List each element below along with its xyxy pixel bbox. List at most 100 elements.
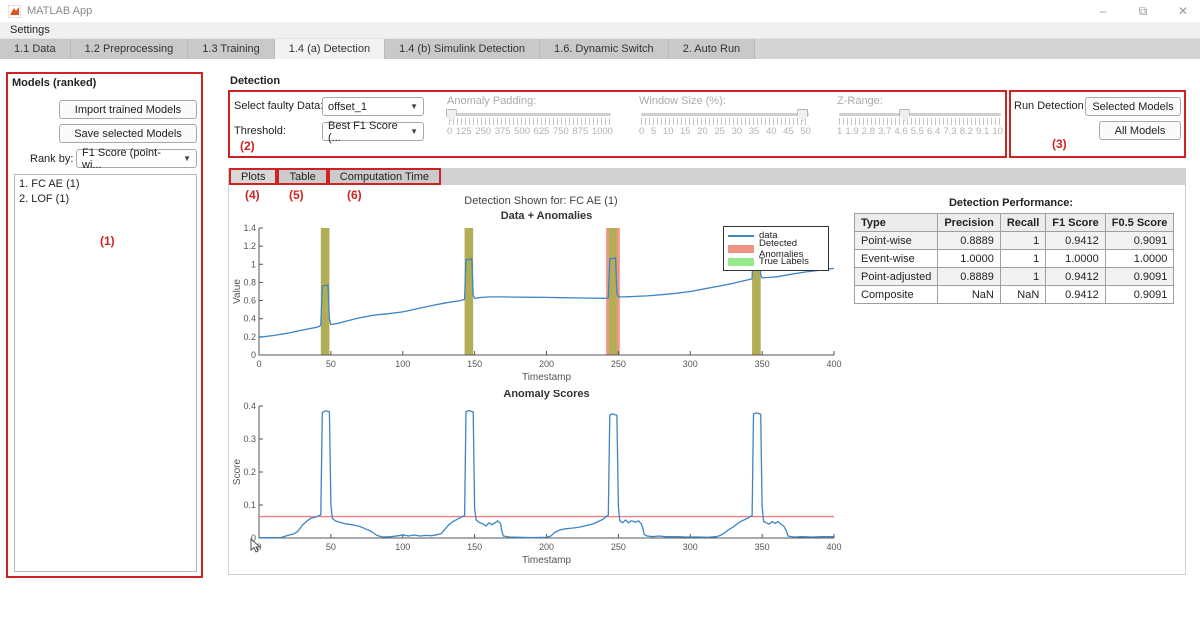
svg-text:0.4: 0.4 — [243, 401, 256, 411]
tab-2-auto-run[interactable]: 2. Auto Run — [669, 39, 756, 59]
plot-tab-plots[interactable]: Plots — [229, 168, 277, 185]
slider-tick-label: 35 — [749, 126, 760, 137]
slider-tick-label: 1000 — [592, 126, 613, 137]
slider-tick-label: 0 — [447, 126, 452, 137]
slider-window-size-: Window Size (%):05101520253035404550 — [639, 95, 811, 137]
svg-text:300: 300 — [683, 542, 698, 552]
anomaly-scores-chart: 00.10.20.30.4050100150200250300350400Ano… — [231, 390, 845, 570]
menu-bar: Settings — [0, 22, 1200, 39]
svg-text:Data + Anomalies: Data + Anomalies — [501, 210, 593, 222]
table-column-header: Recall — [1000, 214, 1045, 232]
table-cell: 0.9091 — [1105, 286, 1174, 304]
table-cell: 0.9412 — [1046, 268, 1105, 286]
slider-track[interactable] — [449, 113, 611, 116]
table-column-header: F0.5 Score — [1105, 214, 1174, 232]
table-cell: 0.9091 — [1105, 232, 1174, 250]
table-cell: 0.9091 — [1105, 268, 1174, 286]
annotation-1: (1) — [100, 234, 115, 248]
tab-1-6-dynamic-switch[interactable]: 1.6. Dynamic Switch — [540, 39, 669, 59]
slider-tick-label: 750 — [553, 126, 569, 137]
slider-tick-label: 375 — [495, 126, 511, 137]
tab-1-1-data[interactable]: 1.1 Data — [0, 39, 71, 59]
tab-1-4-a-detection[interactable]: 1.4 (a) Detection — [275, 39, 385, 59]
mouse-cursor — [250, 538, 262, 557]
svg-text:250: 250 — [611, 542, 626, 552]
svg-text:400: 400 — [826, 359, 841, 369]
slider-tick-label: 1 — [837, 126, 842, 137]
model-list-item[interactable]: 2. LOF (1) — [19, 192, 192, 207]
svg-text:0.8: 0.8 — [243, 277, 256, 287]
menu-settings[interactable]: Settings — [10, 24, 50, 36]
svg-text:0.6: 0.6 — [243, 296, 256, 306]
slider-tick-label: 1.9 — [845, 126, 858, 137]
table-cell: Event-wise — [855, 250, 938, 268]
svg-text:300: 300 — [683, 359, 698, 369]
slider-track[interactable] — [839, 113, 1001, 116]
restore-icon[interactable]: ⧉ — [1136, 4, 1150, 19]
slider-track[interactable] — [641, 113, 809, 116]
svg-text:350: 350 — [755, 542, 770, 552]
rank-by-value: F1 Score (point-wi... — [82, 147, 179, 171]
threshold-dropdown[interactable]: Best F1 Score (... ▼ — [322, 122, 424, 141]
plot-tab-table[interactable]: Table — [277, 168, 327, 185]
slider-tick-label: 250 — [475, 126, 491, 137]
svg-text:1.2: 1.2 — [243, 241, 256, 251]
table-cell: 1 — [1000, 268, 1045, 286]
table-cell: 0.9412 — [1046, 286, 1105, 304]
slider-ruler-ticks — [449, 118, 611, 125]
run-all-models-button[interactable]: All Models — [1099, 121, 1181, 140]
slider-tick-label: 25 — [714, 126, 725, 137]
slider-tick-label: 500 — [514, 126, 530, 137]
models-panel: Models (ranked) Import trained Models Sa… — [6, 72, 203, 578]
slider-tick-labels: 01252503755006257508751000 — [447, 126, 613, 137]
table-cell: Composite — [855, 286, 938, 304]
svg-text:1.4: 1.4 — [243, 223, 256, 233]
close-icon[interactable]: ✕ — [1176, 4, 1190, 18]
tab-1-4-b-simulink-detection[interactable]: 1.4 (b) Simulink Detection — [385, 39, 540, 59]
table-column-header: F1 Score — [1046, 214, 1105, 232]
slider-tick-label: 15 — [680, 126, 691, 137]
slider-tick-label: 10 — [663, 126, 674, 137]
tab-1-2-preprocessing[interactable]: 1.2 Preprocessing — [71, 39, 189, 59]
slider-tick-label: 0 — [639, 126, 644, 137]
chevron-down-icon: ▼ — [410, 102, 418, 111]
svg-text:150: 150 — [467, 359, 482, 369]
select-faulty-data-value: offset_1 — [328, 101, 367, 113]
import-trained-models-button[interactable]: Import trained Models — [59, 100, 197, 119]
model-list-item[interactable]: 1. FC AE (1) — [19, 177, 192, 192]
svg-text:150: 150 — [467, 542, 482, 552]
plot-tab-computation-time[interactable]: Computation Time — [328, 168, 441, 185]
svg-text:200: 200 — [539, 359, 554, 369]
minimize-icon[interactable]: – — [1096, 4, 1110, 18]
slider-tick-label: 125 — [456, 126, 472, 137]
plot-panel: PlotsTableComputation Time (4)(5)(6) Det… — [228, 168, 1186, 575]
svg-text:0.1: 0.1 — [243, 500, 256, 510]
table-cell: 1.0000 — [938, 250, 1001, 268]
slider-tick-label: 875 — [572, 126, 588, 137]
select-faulty-data-dropdown[interactable]: offset_1 ▼ — [322, 97, 424, 116]
tab-1-3-training[interactable]: 1.3 Training — [188, 39, 274, 59]
slider-ruler-ticks — [839, 118, 1001, 125]
rank-by-dropdown[interactable]: F1 Score (point-wi... ▼ — [76, 149, 197, 168]
svg-text:100: 100 — [395, 542, 410, 552]
slider-tick-label: 3.7 — [878, 126, 891, 137]
slider-z-range-: Z-Range: 11.92.83.74.65.56.47.38.29.110 — [837, 95, 1003, 137]
run-selected-models-button[interactable]: Selected Models — [1085, 97, 1181, 116]
svg-text:0.2: 0.2 — [243, 332, 256, 342]
svg-text:100: 100 — [395, 359, 410, 369]
svg-text:0.4: 0.4 — [243, 314, 256, 324]
svg-text:0: 0 — [251, 350, 256, 360]
threshold-label: Threshold: — [234, 125, 286, 137]
table-cell: NaN — [1000, 286, 1045, 304]
performance-title: Detection Performance: — [854, 197, 1168, 209]
slider-anomaly-padding-: Anomaly Padding:012525037550062575087510… — [447, 95, 613, 137]
svg-text:50: 50 — [326, 359, 336, 369]
table-cell: NaN — [938, 286, 1001, 304]
slider-tick-labels: 11.92.83.74.65.56.47.38.29.110 — [837, 126, 1003, 137]
slider-tick-label: 50 — [800, 126, 811, 137]
chart-legend: dataDetected AnomaliesTrue Labels — [723, 226, 829, 271]
save-selected-models-button[interactable]: Save selected Models — [59, 124, 197, 143]
detection-sliders: Anomaly Padding:012525037550062575087510… — [447, 95, 1003, 137]
slider-tick-label: 30 — [732, 126, 743, 137]
slider-label: Z-Range: — [837, 95, 1003, 107]
